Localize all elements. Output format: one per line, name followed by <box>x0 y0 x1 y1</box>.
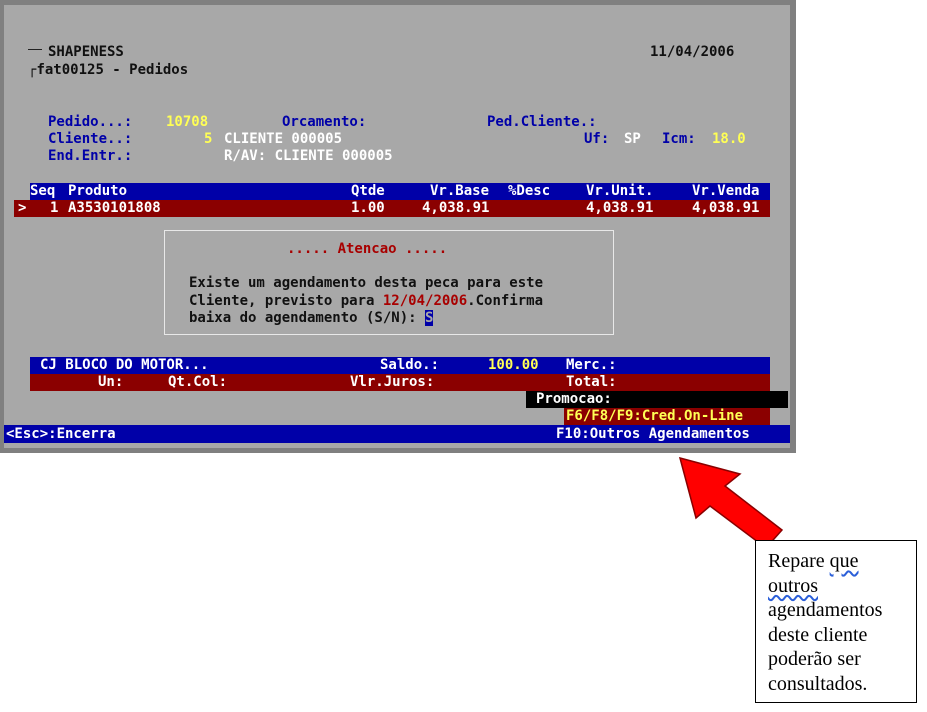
values-bar: Un: Qt.Col: Vlr.Juros: Total: <box>30 374 770 391</box>
dialog-line-2-suffix: .Confirma <box>467 293 544 309</box>
note-line-1: Repare que <box>768 549 916 574</box>
table-row[interactable]: > 1 A3530101808 1.00 4,038.91 4,038.91 4… <box>14 200 770 217</box>
annotation-note: Repare que outros agendamentos deste cli… <box>755 540 917 703</box>
note-line-6: consultados. <box>768 672 868 695</box>
company-name: SHAPENESS <box>48 44 124 60</box>
dialog-line-2: Cliente, previsto para 12/04/2006.Confir… <box>189 293 543 309</box>
qt-col-label: Qt.Col: <box>168 374 228 390</box>
col-desc: %Desc <box>508 183 551 199</box>
uf-value: SP <box>624 131 641 147</box>
row-vr-unit: 4,038.91 <box>586 200 654 216</box>
row-seq: 1 <box>50 200 59 216</box>
note-word-repare: Repare <box>768 550 825 572</box>
order-info-panel: Pedido...: 10708 Orcamento: Ped.Cliente.… <box>32 103 768 165</box>
status-bar: <Esc>:Encerra F10:Outros Agendamentos <box>4 425 790 443</box>
col-seq: Seq <box>30 183 56 199</box>
note-word-que: que <box>829 550 859 572</box>
function-keys-bar: F6/F8/F9:Cred.On-Line <box>564 408 770 425</box>
esc-key-hint[interactable]: <Esc>:Encerra <box>6 426 116 442</box>
col-vr-venda: Vr.Venda <box>692 183 760 199</box>
dialog-title: ..... Atencao ..... <box>287 241 448 257</box>
pedido-label: Pedido...: <box>48 114 133 130</box>
function-keys-label[interactable]: F6/F8/F9:Cred.On-Line <box>566 408 743 424</box>
dialog-line-1: Existe um agendamento desta peca para es… <box>189 275 544 291</box>
icm-value: 18.0 <box>712 131 746 147</box>
product-description: CJ BLOCO DO MOTOR... <box>40 357 209 373</box>
note-line-5: poderão ser <box>768 648 861 670</box>
pedido-value[interactable]: 10708 <box>166 114 208 130</box>
header-frame-line <box>28 49 42 50</box>
row-produto: A3530101808 <box>68 200 161 216</box>
note-line-2: outros <box>768 574 916 599</box>
ped-cliente-label: Ped.Cliente.: <box>487 114 597 130</box>
program-title-text: fat00125 - Pedidos <box>36 62 189 78</box>
arrow-shape <box>678 456 784 550</box>
dialog-line-3: baixa do agendamento (S/N): S <box>189 310 434 326</box>
terminal-window-frame: SHAPENESS 11/04/2006 ┌fat00125 - Pedidos… <box>0 0 796 453</box>
header-date: 11/04/2006 <box>650 44 735 60</box>
dialog-line-2-prefix: Cliente, previsto para <box>189 293 383 309</box>
cliente-label: Cliente..: <box>48 131 133 147</box>
col-qtde: Qtde <box>351 183 385 199</box>
col-produto: Produto <box>68 183 128 199</box>
saldo-value: 100.00 <box>488 357 539 373</box>
cliente-name: CLIENTE 000005 <box>224 131 343 147</box>
product-info-bar: CJ BLOCO DO MOTOR... Saldo.: 100.00 Merc… <box>30 357 770 374</box>
row-vr-base: 4,038.91 <box>422 200 490 216</box>
confirm-dialog: ..... Atencao ..... Existe um agendament… <box>164 230 614 335</box>
cliente-code[interactable]: 5 <box>204 131 212 147</box>
saldo-label: Saldo.: <box>380 357 440 373</box>
col-vr-unit: Vr.Unit. <box>586 183 654 199</box>
icm-label: Icm: <box>662 131 696 147</box>
program-title: ┌fat00125 - Pedidos <box>28 62 189 78</box>
terminal-screen: SHAPENESS 11/04/2006 ┌fat00125 - Pedidos… <box>4 5 790 448</box>
merc-label: Merc.: <box>566 357 617 373</box>
orcamento-label: Orcamento: <box>282 114 367 130</box>
total-label: Total: <box>566 374 617 390</box>
table-header: Seq Produto Qtde Vr.Base %Desc Vr.Unit. … <box>30 183 770 200</box>
uf-label: Uf: <box>584 131 610 147</box>
note-word-outros: outros <box>768 574 818 597</box>
promocao-bar: Promocao: <box>526 391 788 408</box>
row-vr-venda: 4,038.91 <box>692 200 760 216</box>
promocao-label: Promocao: <box>536 391 612 407</box>
red-arrow-icon <box>678 456 784 550</box>
f10-key-hint[interactable]: F10:Outros Agendamentos <box>556 426 750 442</box>
header-panel: SHAPENESS 11/04/2006 ┌fat00125 - Pedidos <box>20 27 768 85</box>
note-line-3: agendamentos <box>768 599 883 621</box>
end-entr-label: End.Entr.: <box>48 148 133 164</box>
scheduled-date: 12/04/2006 <box>382 293 468 309</box>
dialog-prompt: baixa do agendamento (S/N): <box>189 310 426 326</box>
col-vr-base: Vr.Base <box>430 183 490 199</box>
row-marker: > <box>18 200 27 216</box>
vlr-juros-label: Vlr.Juros: <box>350 374 435 390</box>
row-qtde: 1.00 <box>351 200 385 216</box>
note-line-4: deste cliente <box>768 623 868 646</box>
confirm-input[interactable]: S <box>425 310 434 326</box>
un-label: Un: <box>98 374 124 390</box>
end-entr-value: R/AV: CLIENTE 000005 <box>224 148 393 164</box>
